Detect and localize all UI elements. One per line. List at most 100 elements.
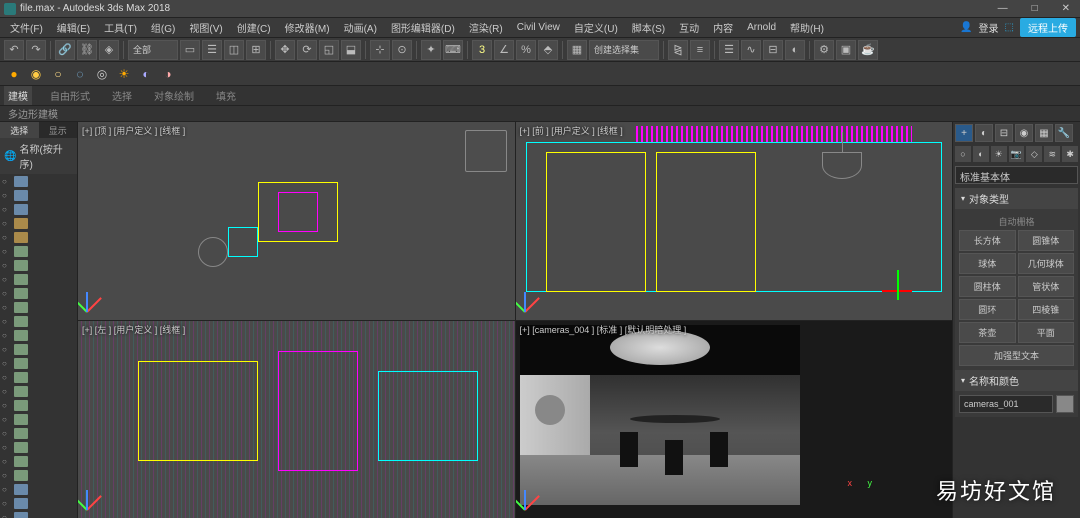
scene-row[interactable]: ○ xyxy=(0,314,77,328)
object-name-input[interactable] xyxy=(959,395,1053,413)
scene-row[interactable]: ○ xyxy=(0,188,77,202)
scene-row[interactable]: ○ xyxy=(0,384,77,398)
menu-group[interactable]: 组(G) xyxy=(145,18,181,37)
unlink-button[interactable]: ⛓ xyxy=(77,40,97,60)
systems-subtab[interactable]: ✱ xyxy=(1062,146,1078,162)
user-icon[interactable]: 👤 xyxy=(960,22,972,33)
scene-row[interactable]: ○ xyxy=(0,342,77,356)
scene-row[interactable]: ○ xyxy=(0,482,77,496)
scene-row[interactable]: ○ xyxy=(0,356,77,370)
curve-editor-button[interactable]: ∿ xyxy=(741,40,761,60)
login-label[interactable]: 登录 xyxy=(979,20,999,35)
scene-row[interactable]: ○ xyxy=(0,202,77,216)
create-selection-set[interactable]: 创建选择集 xyxy=(589,40,659,60)
light-tool-1[interactable]: ● xyxy=(4,64,24,84)
scene-row[interactable]: ○ xyxy=(0,370,77,384)
menu-file[interactable]: 文件(F) xyxy=(4,18,49,37)
scene-row[interactable]: ○ xyxy=(0,412,77,426)
visibility-icon[interactable]: ○ xyxy=(2,345,12,354)
visibility-icon[interactable]: ○ xyxy=(2,275,12,284)
menu-create[interactable]: 创建(C) xyxy=(231,18,277,37)
visibility-icon[interactable]: ○ xyxy=(2,247,12,256)
lights-subtab[interactable]: ☀ xyxy=(991,146,1007,162)
menu-grapheditors[interactable]: 图形编辑器(D) xyxy=(385,18,461,37)
rotate-button[interactable]: ⟳ xyxy=(297,40,317,60)
pivot-button[interactable]: ⊙ xyxy=(392,40,412,60)
maximize-button[interactable]: □ xyxy=(1026,3,1044,14)
sub-ribbon[interactable]: 多边形建模 xyxy=(0,106,1080,122)
light-tool-8[interactable]: ◑ xyxy=(158,64,178,84)
viewport-label[interactable]: [+] [顶 ] [用户定义 ] [线框 ] xyxy=(82,124,185,137)
menu-scripting[interactable]: 脚本(S) xyxy=(626,18,671,37)
box-button[interactable]: 长方体 xyxy=(959,230,1016,251)
tube-button[interactable]: 管状体 xyxy=(1018,276,1075,297)
utilities-tab[interactable]: 🔧 xyxy=(1055,124,1073,142)
visibility-icon[interactable]: ○ xyxy=(2,373,12,382)
visibility-icon[interactable]: ○ xyxy=(2,303,12,312)
ribbon-freeform[interactable]: 自由形式 xyxy=(46,86,94,105)
manipulate-button[interactable]: ✦ xyxy=(421,40,441,60)
render-setup-button[interactable]: ⚙ xyxy=(814,40,834,60)
cameras-subtab[interactable]: 📷 xyxy=(1009,146,1025,162)
scale-button[interactable]: ◱ xyxy=(319,40,339,60)
visibility-icon[interactable]: ○ xyxy=(2,401,12,410)
plane-button[interactable]: 平面 xyxy=(1018,322,1075,343)
light-tool-5[interactable]: ◎ xyxy=(92,64,112,84)
light-tool-3[interactable]: ○ xyxy=(48,64,68,84)
scene-tab-display[interactable]: 显示 xyxy=(39,122,78,138)
spinner-snap-button[interactable]: ⬘ xyxy=(538,40,558,60)
menu-help[interactable]: 帮助(H) xyxy=(784,18,830,37)
rollout-namecolor[interactable]: 名称和颜色 xyxy=(955,370,1078,391)
scene-row[interactable]: ○ xyxy=(0,244,77,258)
ribbon-populate[interactable]: 填充 xyxy=(212,86,240,105)
scene-row[interactable]: ○ xyxy=(0,174,77,188)
visibility-icon[interactable]: ○ xyxy=(2,219,12,228)
cone-button[interactable]: 圆锥体 xyxy=(1018,230,1075,251)
schematic-button[interactable]: ⊟ xyxy=(763,40,783,60)
percent-snap-button[interactable]: % xyxy=(516,40,536,60)
visibility-icon[interactable]: ○ xyxy=(2,359,12,368)
teapot-button[interactable]: 茶壶 xyxy=(959,322,1016,343)
helpers-subtab[interactable]: ◇ xyxy=(1026,146,1042,162)
visibility-icon[interactable]: ○ xyxy=(2,457,12,466)
scene-sort-header[interactable]: 🌐 名称(按升序) xyxy=(0,138,77,174)
scene-row[interactable]: ○ xyxy=(0,216,77,230)
render-button[interactable]: ☕ xyxy=(858,40,878,60)
bind-button[interactable]: ◈ xyxy=(99,40,119,60)
snap-button[interactable]: 3 xyxy=(472,40,492,60)
cloud-button[interactable]: 远程上传 xyxy=(1020,18,1076,37)
scene-tab-select[interactable]: 选择 xyxy=(0,122,39,138)
ribbon-modeling[interactable]: 建模 xyxy=(4,86,32,105)
close-button[interactable]: ✕ xyxy=(1056,3,1076,14)
visibility-icon[interactable]: ○ xyxy=(2,317,12,326)
motion-tab[interactable]: ◉ xyxy=(1015,124,1033,142)
cylinder-button[interactable]: 圆柱体 xyxy=(959,276,1016,297)
window-cross-button[interactable]: ⊞ xyxy=(246,40,266,60)
light-tool-2[interactable]: ◉ xyxy=(26,64,46,84)
viewport-front[interactable]: [+] [前 ] [用户定义 ] [线框 ] xyxy=(516,122,953,320)
keyboard-button[interactable]: ⌨ xyxy=(443,40,463,60)
viewport-left[interactable]: [+] [左 ] [用户定义 ] [线框 ] xyxy=(78,321,515,518)
light-tool-6[interactable]: ☀ xyxy=(114,64,134,84)
editselset-button[interactable]: ▦ xyxy=(567,40,587,60)
object-color-swatch[interactable] xyxy=(1056,395,1074,413)
ribbon-selection[interactable]: 选择 xyxy=(108,86,136,105)
visibility-icon[interactable]: ○ xyxy=(2,233,12,242)
redo-button[interactable]: ↷ xyxy=(26,40,46,60)
viewport-top[interactable]: [+] [顶 ] [用户定义 ] [线框 ] xyxy=(78,122,515,320)
geosphere-button[interactable]: 几何球体 xyxy=(1018,253,1075,274)
visibility-icon[interactable]: ○ xyxy=(2,485,12,494)
material-button[interactable]: ◐ xyxy=(785,40,805,60)
visibility-icon[interactable]: ○ xyxy=(2,387,12,396)
minimize-button[interactable]: — xyxy=(992,3,1014,14)
visibility-icon[interactable]: ○ xyxy=(2,261,12,270)
scene-row[interactable]: ○ xyxy=(0,328,77,342)
pyramid-button[interactable]: 四棱锥 xyxy=(1018,299,1075,320)
light-tool-7[interactable]: ◐ xyxy=(136,64,156,84)
scene-object-list[interactable]: ○ ○ ○ ○ ○ ○ ○ ○ ○ ○ ○ ○ ○ ○ ○ ○ ○ ○ ○ ○ … xyxy=(0,174,77,518)
viewport-label[interactable]: [+] [左 ] [用户定义 ] [线框 ] xyxy=(82,323,185,336)
viewport-label[interactable]: [+] [前 ] [用户定义 ] [线框 ] xyxy=(520,124,623,137)
viewport-camera[interactable]: [+] [cameras_004 ] [标准 ] [默认明暗处理 ] x y xyxy=(516,321,953,518)
autogrid-label[interactable]: 自动栅格 xyxy=(959,213,1074,230)
workspace-icon[interactable]: ⬚ xyxy=(1005,22,1014,33)
